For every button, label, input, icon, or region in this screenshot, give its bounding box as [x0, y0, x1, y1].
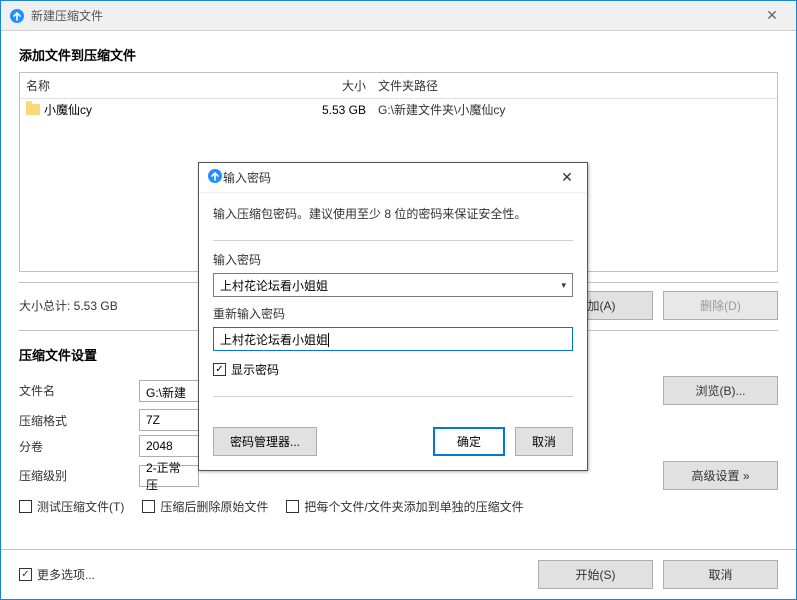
- test-archive-checkbox[interactable]: 测试压缩文件(T): [19, 498, 124, 515]
- section-add-files-title: 添加文件到压缩文件: [1, 31, 796, 72]
- password-input[interactable]: 上村花论坛看小姐姐 ▾: [213, 273, 573, 297]
- ok-button[interactable]: 确定: [433, 427, 505, 456]
- show-password-checkbox[interactable]: ✓ 显示密码: [213, 361, 573, 378]
- col-header-size[interactable]: 大小: [296, 77, 366, 94]
- more-options-checkbox[interactable]: ✓ 更多选项...: [19, 566, 95, 583]
- dialog-titlebar: 输入密码 ✕: [199, 163, 587, 193]
- separator: [213, 396, 573, 397]
- split-label: 分卷: [19, 438, 129, 455]
- footer: ✓ 更多选项... 开始(S) 取消: [1, 549, 796, 599]
- dialog-body: 输入压缩包密码。建议使用至少 8 位的密码来保证安全性。 输入密码 上村花论坛看…: [199, 193, 587, 419]
- col-header-name[interactable]: 名称: [26, 77, 296, 94]
- filename-label: 文件名: [19, 382, 129, 399]
- window-title: 新建压缩文件: [31, 7, 756, 24]
- password-dialog: 输入密码 ✕ 输入压缩包密码。建议使用至少 8 位的密码来保证安全性。 输入密码…: [198, 162, 588, 471]
- file-name-cell: 小魔仙cy: [26, 101, 296, 118]
- window-close-button[interactable]: ✕: [756, 7, 788, 24]
- table-row[interactable]: 小魔仙cy 5.53 GB G:\新建文件夹\小魔仙cy: [20, 99, 777, 120]
- folder-icon: [26, 104, 40, 115]
- level-label: 压缩级别: [19, 467, 129, 484]
- app-icon: [207, 168, 223, 187]
- level-select[interactable]: 2-正常压: [139, 465, 199, 487]
- browse-button[interactable]: 浏览(B)...: [663, 376, 778, 405]
- delete-original-label: 压缩后删除原始文件: [160, 498, 268, 515]
- separate-archives-checkbox[interactable]: 把每个文件/文件夹添加到单独的压缩文件: [286, 498, 523, 515]
- format-select[interactable]: 7Z: [139, 409, 199, 431]
- dialog-button-row: 密码管理器... 确定 取消: [199, 419, 587, 470]
- more-options-label: 更多选项...: [37, 566, 95, 583]
- password-manager-button[interactable]: 密码管理器...: [213, 427, 317, 456]
- password-label: 输入密码: [213, 251, 573, 268]
- show-password-label: 显示密码: [231, 361, 279, 378]
- cancel-button[interactable]: 取消: [663, 560, 778, 589]
- checkbox-icon: [286, 500, 299, 513]
- titlebar: 新建压缩文件 ✕: [1, 1, 796, 31]
- delete-button: 删除(D): [663, 291, 778, 320]
- checkbox-row: 测试压缩文件(T) 压缩后删除原始文件 把每个文件/文件夹添加到单独的压缩文件: [19, 498, 778, 515]
- format-value: 7Z: [146, 413, 160, 427]
- password-confirm-input[interactable]: 上村花论坛看小姐姐: [213, 327, 573, 351]
- app-icon: [9, 8, 25, 24]
- password-confirm-label: 重新输入密码: [213, 305, 573, 322]
- file-size-cell: 5.53 GB: [296, 103, 366, 117]
- advanced-button[interactable]: 高级设置 »: [663, 461, 778, 490]
- checkbox-icon-checked: ✓: [19, 568, 32, 581]
- checkbox-icon-checked: ✓: [213, 363, 226, 376]
- separate-archives-label: 把每个文件/文件夹添加到单独的压缩文件: [304, 498, 523, 515]
- checkbox-icon: [19, 500, 32, 513]
- level-value: 2-正常压: [146, 459, 192, 493]
- separator: [213, 240, 573, 241]
- file-name-text: 小魔仙cy: [44, 101, 92, 118]
- test-archive-label: 测试压缩文件(T): [37, 498, 124, 515]
- filename-input[interactable]: G:\新建: [139, 380, 199, 402]
- col-header-path[interactable]: 文件夹路径: [366, 77, 771, 94]
- dialog-instruction: 输入压缩包密码。建议使用至少 8 位的密码来保证安全性。: [213, 205, 573, 222]
- password-value: 上村花论坛看小姐姐: [220, 277, 328, 294]
- cancel-button[interactable]: 取消: [515, 427, 573, 456]
- dialog-title: 输入密码: [223, 169, 555, 186]
- start-button[interactable]: 开始(S): [538, 560, 653, 589]
- format-label: 压缩格式: [19, 412, 129, 429]
- checkbox-icon: [142, 500, 155, 513]
- dialog-close-button[interactable]: ✕: [555, 169, 579, 186]
- chevron-down-icon: ▾: [561, 280, 566, 291]
- password-confirm-value: 上村花论坛看小姐姐: [220, 331, 329, 348]
- delete-original-checkbox[interactable]: 压缩后删除原始文件: [142, 498, 268, 515]
- file-path-cell: G:\新建文件夹\小魔仙cy: [366, 101, 771, 118]
- split-input[interactable]: 2048: [139, 435, 199, 457]
- file-list-header: 名称 大小 文件夹路径: [20, 73, 777, 99]
